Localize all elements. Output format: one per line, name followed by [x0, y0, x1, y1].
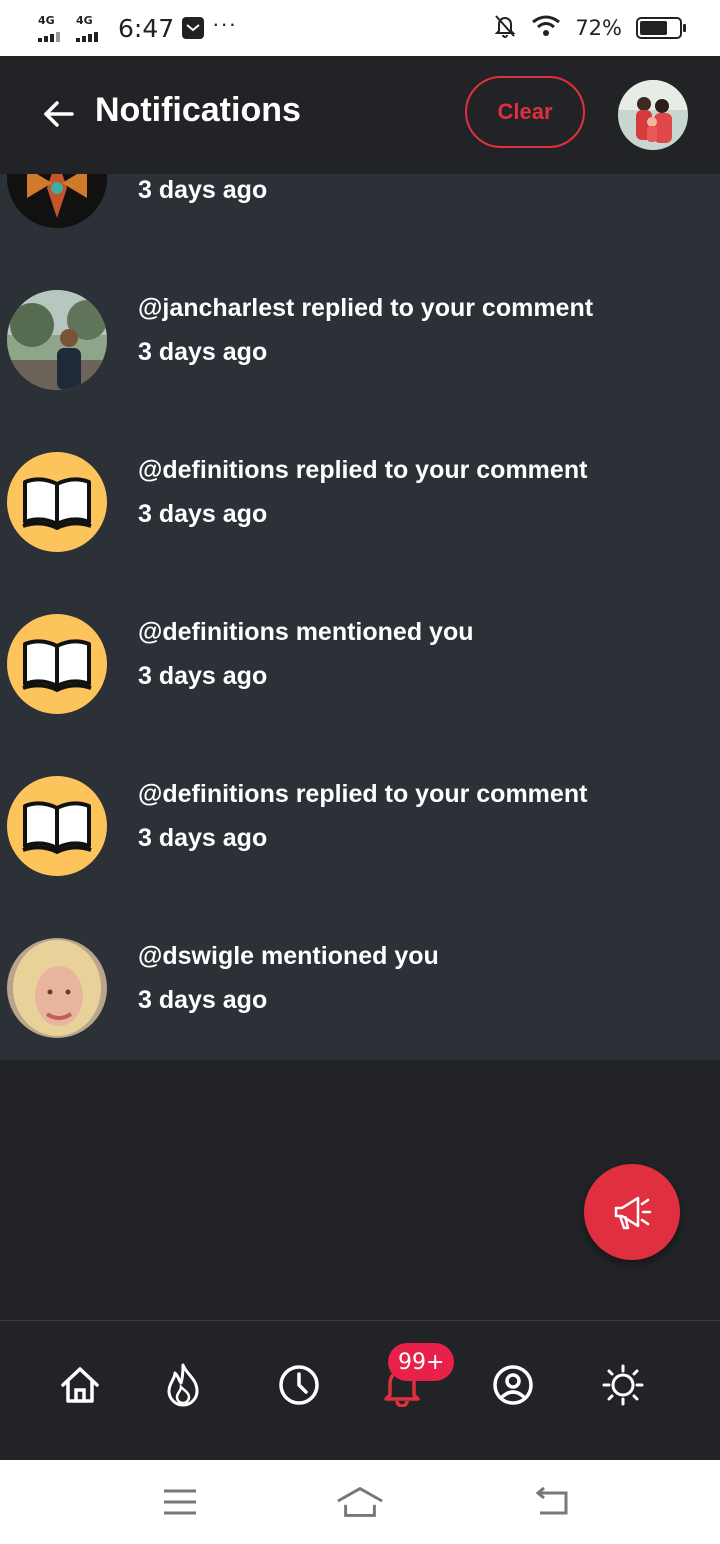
- announcement-button[interactable]: [584, 1164, 680, 1260]
- notification-time: 3 days ago: [138, 338, 268, 366]
- notification-list: 3 days ago @jancharlest replied to your …: [0, 174, 720, 1060]
- status-bar: 4G 4G 6:47 ··· 72%: [0, 0, 720, 56]
- wifi-icon: [531, 14, 561, 43]
- back-button[interactable]: [38, 94, 78, 134]
- notification-text: @jancharlest replied to your comment: [138, 294, 594, 322]
- arrow-left-icon: [44, 101, 74, 127]
- fire-icon: [167, 1363, 199, 1407]
- notification-time: 3 days ago: [138, 824, 268, 852]
- nav-profile[interactable]: [489, 1361, 537, 1409]
- back-icon: [535, 1487, 568, 1515]
- notification-time: 3 days ago: [138, 986, 268, 1014]
- sun-icon: [602, 1364, 644, 1406]
- more-notifications-icon: ···: [212, 11, 238, 36]
- message-notification-icon: [182, 17, 205, 39]
- status-time: 6:47: [118, 13, 175, 43]
- notification-item[interactable]: @definitions replied to your comment 3 d…: [0, 390, 720, 552]
- notification-badge: 99+: [388, 1343, 455, 1381]
- megaphone-icon: [614, 1196, 652, 1230]
- notification-item[interactable]: @definitions mentioned you 3 days ago: [0, 552, 720, 714]
- notification-time: 3 days ago: [138, 500, 268, 528]
- battery-icon: [636, 17, 686, 39]
- home-button[interactable]: [336, 1480, 384, 1524]
- back-system-button[interactable]: [526, 1480, 574, 1524]
- notification-text: @definitions replied to your comment: [138, 780, 588, 808]
- menu-icon: [164, 1489, 196, 1515]
- notification-item[interactable]: @definitions replied to your comment 3 d…: [0, 714, 720, 876]
- notification-time: 3 days ago: [138, 662, 268, 690]
- profile-avatar[interactable]: [618, 80, 688, 150]
- battery-percent: 72%: [575, 16, 622, 40]
- book-icon: [7, 614, 107, 714]
- home-outline-icon: [337, 1487, 383, 1517]
- bottom-navigation: 99+: [0, 1320, 720, 1460]
- signal-icon: 4G: [76, 14, 106, 42]
- bell-muted-icon: [493, 13, 517, 44]
- nav-trending[interactable]: [159, 1361, 207, 1409]
- user-circle-icon: [493, 1365, 533, 1405]
- notification-item[interactable]: 3 days ago: [0, 174, 720, 228]
- notification-item[interactable]: @jancharlest replied to your comment 3 d…: [0, 228, 720, 390]
- home-icon: [61, 1367, 99, 1403]
- nav-theme[interactable]: [599, 1361, 647, 1409]
- notification-text: @definitions replied to your comment: [138, 456, 588, 484]
- book-icon: [7, 452, 107, 552]
- system-navigation-bar: [0, 1460, 720, 1544]
- user-avatar: [7, 174, 107, 228]
- notification-item[interactable]: @dswigle mentioned you 3 days ago: [0, 876, 720, 1038]
- book-icon: [7, 776, 107, 876]
- notification-text: @dswigle mentioned you: [138, 942, 439, 970]
- clear-button[interactable]: Clear: [465, 76, 585, 148]
- nav-recent[interactable]: [275, 1361, 323, 1409]
- signal-icon: 4G: [38, 14, 68, 42]
- app-header: Notifications Clear: [0, 56, 720, 174]
- page-title: Notifications: [95, 91, 301, 129]
- user-avatar: [7, 938, 107, 1038]
- nav-home[interactable]: [56, 1361, 104, 1409]
- notification-text: @definitions mentioned you: [138, 618, 474, 646]
- clock-icon: [279, 1365, 319, 1405]
- user-avatar: [7, 290, 107, 390]
- recent-apps-button[interactable]: [156, 1480, 204, 1524]
- notification-time: 3 days ago: [138, 176, 268, 204]
